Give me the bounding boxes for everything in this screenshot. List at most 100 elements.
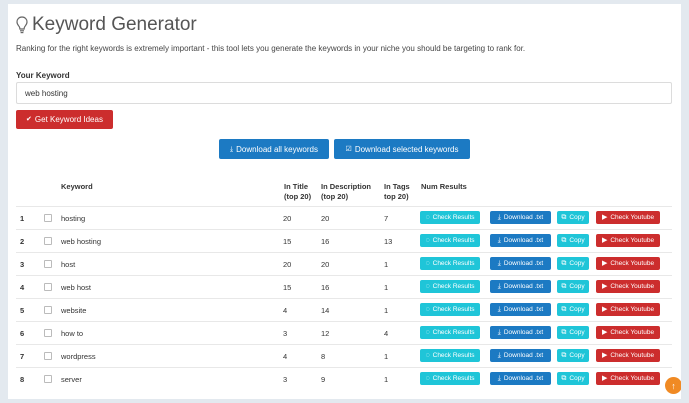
download-txt-button[interactable]: ⤓ Download .txt [490, 349, 551, 362]
download-txt-button[interactable]: ⤓ Download .txt [490, 257, 551, 270]
column-header-in-description: In Description (top 20) [321, 182, 371, 202]
circle-icon: ◌ [425, 214, 430, 221]
download-icon: ⤓ [497, 352, 501, 359]
page-title: Keyword Generator [16, 14, 197, 36]
in-desc-line1: In Description [321, 182, 372, 191]
youtube-icon: ▶ [601, 352, 608, 359]
copy-button[interactable]: ⧉ Copy [557, 349, 589, 362]
download-selected-label: Download selected keywords [354, 144, 459, 154]
copy-button[interactable]: ⧉ Copy [557, 280, 589, 293]
table-row: 2 web hosting 15 16 13 ◌ Check Results ⤓ Downloa… [16, 229, 672, 252]
copy-button[interactable]: ⧉ Copy [557, 303, 589, 316]
row-select-checkbox[interactable] [44, 283, 52, 291]
copy-label: Copy [569, 352, 585, 359]
row-select-checkbox[interactable] [44, 214, 52, 222]
row-number: 8 [20, 375, 25, 384]
row-in-tags: 7 [384, 214, 389, 223]
row-select-checkbox[interactable] [44, 306, 52, 314]
row-number: 3 [20, 260, 25, 269]
download-icon: ⤓ [230, 145, 234, 153]
copy-button[interactable]: ⧉ Copy [557, 211, 589, 224]
download-txt-button[interactable]: ⤓ Download .txt [490, 372, 551, 385]
check-youtube-button[interactable]: ▶ Check Youtube [596, 211, 660, 224]
row-select-checkbox[interactable] [44, 260, 52, 268]
download-all-keywords-button[interactable]: ⤓ Download all keywords [219, 139, 329, 159]
table-row: 5 website 4 14 1 ◌ Check Results ⤓ Download .txt… [16, 298, 672, 321]
check-results-button[interactable]: ◌ Check Results [420, 372, 480, 385]
download-txt-button[interactable]: ⤓ Download .txt [490, 326, 551, 339]
in-title-line2: (top 20) [284, 192, 312, 201]
copy-button[interactable]: ⧉ Copy [557, 372, 589, 385]
column-header-in-title: In Title (top 20) [284, 182, 311, 202]
download-icon: ⤓ [497, 283, 501, 290]
scroll-to-top-button[interactable]: ↑ [665, 377, 681, 394]
row-in-description: 20 [321, 260, 330, 269]
check-results-button[interactable]: ◌ Check Results [420, 326, 480, 339]
in-desc-line2: (top 20) [321, 192, 349, 201]
check-results-label: Check Results [432, 283, 475, 290]
download-txt-button[interactable]: ⤓ Download .txt [490, 280, 551, 293]
check-youtube-button[interactable]: ▶ Check Youtube [596, 280, 660, 293]
get-keyword-ideas-button[interactable]: ✔ Get Keyword Ideas [16, 110, 113, 129]
circle-icon: ◌ [425, 283, 430, 290]
keyword-label: Your Keyword [16, 71, 70, 80]
row-select-checkbox[interactable] [44, 375, 52, 383]
circle-icon: ◌ [425, 329, 430, 336]
in-tags-line2: top 20) [384, 192, 409, 201]
check-youtube-button[interactable]: ▶ Check Youtube [596, 234, 660, 247]
copy-button[interactable]: ⧉ Copy [557, 257, 589, 270]
table-row: 1 hosting 20 20 7 ◌ Check Results ⤓ Download .tx… [16, 206, 672, 229]
check-results-button[interactable]: ◌ Check Results [420, 257, 480, 270]
download-txt-button[interactable]: ⤓ Download .txt [490, 303, 551, 316]
row-keyword: how to [61, 329, 84, 338]
download-txt-label: Download .txt [503, 306, 544, 313]
circle-icon: ◌ [425, 260, 430, 267]
check-youtube-button[interactable]: ▶ Check Youtube [596, 326, 660, 339]
download-txt-label: Download .txt [503, 260, 544, 267]
row-in-title: 20 [283, 260, 292, 269]
download-txt-button[interactable]: ⤓ Download .txt [490, 234, 551, 247]
row-keyword: hosting [61, 214, 86, 223]
row-select-checkbox[interactable] [44, 237, 52, 245]
row-select-checkbox[interactable] [44, 352, 52, 360]
row-in-tags: 1 [384, 352, 389, 361]
check-results-button[interactable]: ◌ Check Results [420, 349, 480, 362]
copy-icon: ⧉ [561, 237, 567, 244]
check-youtube-button[interactable]: ▶ Check Youtube [596, 257, 660, 270]
row-keyword: wordpress [61, 352, 96, 361]
row-in-tags: 13 [384, 237, 393, 246]
arrow-up-icon: ↑ [671, 380, 676, 391]
check-youtube-button[interactable]: ▶ Check Youtube [596, 303, 660, 316]
download-selected-keywords-button[interactable]: ☑ Download selected keywords [334, 139, 470, 159]
copy-label: Copy [569, 214, 585, 221]
row-in-tags: 1 [384, 283, 389, 292]
youtube-icon: ▶ [601, 260, 608, 267]
keyword-generator-panel: Keyword Generator Ranking for the right … [8, 4, 681, 399]
copy-button[interactable]: ⧉ Copy [557, 234, 589, 247]
table-row: 6 how to 3 12 4 ◌ Check Results ⤓ Download .txt ⧉… [16, 321, 672, 344]
download-icon: ⤓ [497, 329, 501, 336]
column-header-in-tags: In Tags top 20) [384, 182, 410, 202]
table-row: 7 wordpress 4 8 1 ◌ Check Results ⤓ Download .tx… [16, 344, 672, 367]
check-results-button[interactable]: ◌ Check Results [420, 234, 480, 247]
row-select-checkbox[interactable] [44, 329, 52, 337]
table-row: 8 server 3 9 1 ◌ Check Results ⤓ Download .txt ⧉ C… [16, 367, 672, 390]
column-header-keyword: Keyword [61, 182, 93, 191]
in-tags-line1: In Tags [384, 182, 410, 191]
row-number: 5 [20, 306, 25, 315]
check-results-button[interactable]: ◌ Check Results [420, 211, 480, 224]
check-results-button[interactable]: ◌ Check Results [420, 280, 480, 293]
check-youtube-button[interactable]: ▶ Check Youtube [596, 349, 660, 362]
copy-button[interactable]: ⧉ Copy [557, 326, 589, 339]
check-results-button[interactable]: ◌ Check Results [420, 303, 480, 316]
youtube-icon: ▶ [601, 375, 608, 382]
row-number: 1 [20, 214, 25, 223]
check-youtube-label: Check Youtube [610, 329, 655, 336]
copy-icon: ⧉ [561, 329, 567, 336]
keyword-input[interactable] [16, 82, 672, 104]
table-row: 3 host 20 20 1 ◌ Check Results ⤓ Download .txt ⧉ C… [16, 252, 672, 275]
row-keyword: website [61, 306, 87, 315]
download-all-label: Download all keywords [236, 144, 318, 154]
check-youtube-button[interactable]: ▶ Check Youtube [596, 372, 660, 385]
download-txt-button[interactable]: ⤓ Download .txt [490, 211, 551, 224]
